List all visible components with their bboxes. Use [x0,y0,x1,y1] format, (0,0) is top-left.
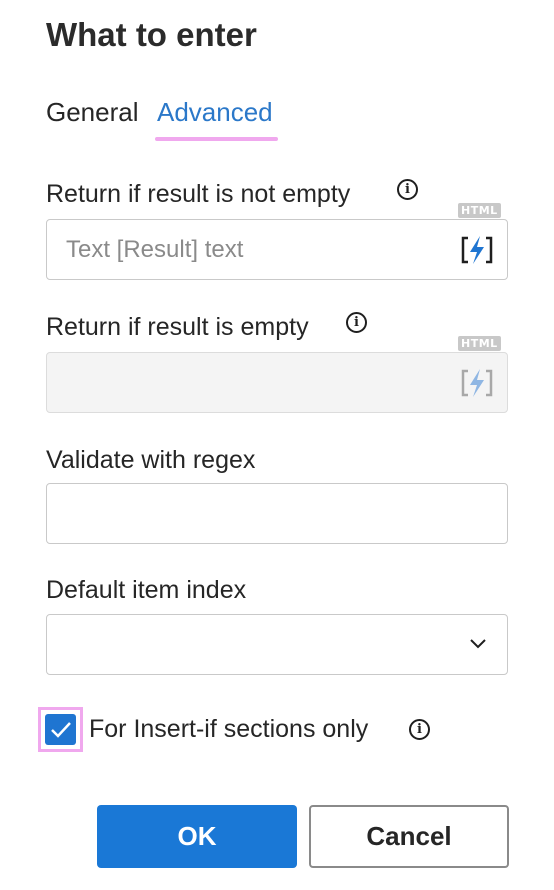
cancel-button[interactable]: Cancel [309,805,509,868]
empty-field [46,352,508,413]
lightning-bolt-icon [461,369,493,397]
insert-if-label: For Insert-if sections only [89,715,369,743]
insert-if-checkbox[interactable] [45,714,76,745]
checkbox-highlight [38,707,83,752]
checkmark-icon [50,721,71,738]
regex-field[interactable] [46,483,508,544]
tab-general[interactable]: General [46,97,139,128]
not-empty-field[interactable] [46,219,508,280]
active-tab-indicator [155,137,278,141]
chevron-down-icon [470,639,486,649]
empty-label: Return if result is empty [46,313,309,341]
dialog-title: What to enter [46,16,257,53]
index-select[interactable] [46,614,508,675]
info-icon[interactable]: i [346,312,367,333]
regex-input[interactable] [47,484,446,543]
info-icon[interactable]: i [397,179,418,200]
tab-advanced[interactable]: Advanced [157,97,273,128]
info-icon[interactable]: i [409,719,430,740]
ok-button[interactable]: OK [97,805,297,868]
html-badge: HTML [458,336,501,351]
regex-label: Validate with regex [46,446,256,474]
not-empty-label: Return if result is not empty [46,180,351,208]
empty-input [47,353,446,412]
html-badge: HTML [458,203,501,218]
index-label: Default item index [46,576,247,604]
not-empty-input[interactable] [47,220,446,279]
lightning-bolt-icon[interactable] [459,232,495,268]
